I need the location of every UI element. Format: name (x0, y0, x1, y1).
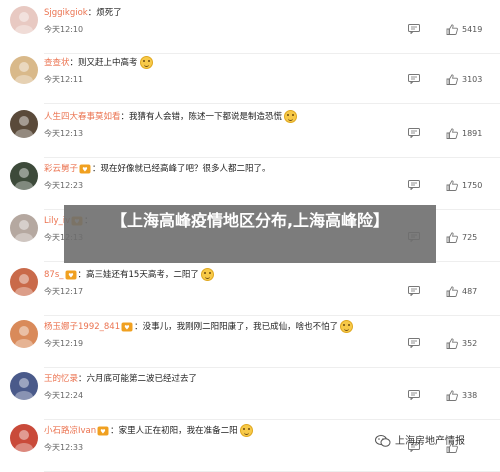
emoji-icon (239, 424, 253, 437)
comment-text: 现在好像就已经高峰了吧？很多人都二阳了。 (100, 164, 271, 174)
timestamp: 今天12:24 (44, 391, 84, 400)
comment-line: 小石路凉Ivan ♥ ：家里人正在初阳，我在准备二阳 (44, 424, 253, 438)
comment-text: 烦死了 (96, 8, 122, 18)
comment-line: 人生四大春事莫如看：我猜有人会错，陈述一下都说是制造恐慌 (44, 110, 298, 124)
separator: ： (134, 322, 143, 332)
separator: ： (92, 164, 101, 174)
watermark: 上海房地产情报 (375, 432, 465, 448)
like-icon[interactable] (446, 24, 458, 35)
reply-icon[interactable] (408, 338, 420, 348)
separator: ： (110, 426, 119, 436)
like-count: 1891 (462, 129, 483, 138)
separator: ： (120, 112, 130, 122)
comment-text: 家里人正在初阳，我在准备二阳 (118, 426, 238, 436)
fan-badge-icon: ♥ (97, 426, 109, 435)
username[interactable]: 人生四大春事莫如看 (44, 112, 121, 122)
avatar[interactable] (10, 6, 38, 34)
like-count: 725 (462, 233, 478, 242)
headline-banner: 【上海高峰疫情地区分布,上海高峰险】 (64, 205, 436, 263)
separator: ： (78, 374, 87, 384)
username[interactable]: 小石路凉Ivan (44, 426, 96, 436)
comment-item: Sjggikgiok：烦死了 今天12:10 5419 (0, 0, 500, 54)
comment-line: 查查状：则又赶上中高考 (44, 56, 153, 70)
like-count: 1750 (462, 181, 483, 190)
svg-text:♥: ♥ (82, 166, 87, 173)
comment-line: 杨玉娜子1992_841 ♥ ：没事儿，我刚刚二阳阳康了，我已成仙，啥也不怕了 (44, 320, 354, 334)
avatar[interactable] (10, 162, 38, 190)
username[interactable]: 彩云舅子 (44, 164, 78, 174)
svg-text:♥: ♥ (68, 272, 73, 279)
avatar[interactable] (10, 268, 38, 296)
svg-text:♥: ♥ (124, 324, 129, 331)
comment-line: Sjggikgiok：烦死了 (44, 6, 122, 20)
like-icon[interactable] (446, 180, 458, 191)
timestamp: 今天12:19 (44, 339, 84, 348)
timestamp: 今天12:11 (44, 75, 84, 84)
avatar[interactable] (10, 214, 38, 242)
emoji-icon (139, 56, 153, 69)
comment-item: 杨玉娜子1992_841 ♥ ：没事儿，我刚刚二阳阳康了，我已成仙，啥也不怕了 今天… (0, 314, 500, 368)
timestamp: 今天12:17 (44, 287, 84, 296)
timestamp: 今天12:10 (44, 25, 84, 34)
comment-line: 王的忆录：六月底可能第二波已经过去了 (44, 372, 197, 386)
username[interactable]: Sjggikgiok (44, 8, 88, 18)
username[interactable]: 王的忆录 (44, 374, 78, 384)
like-icon[interactable] (446, 338, 458, 349)
separator: ： (69, 58, 79, 68)
avatar[interactable] (10, 424, 38, 452)
reply-icon[interactable] (408, 286, 420, 296)
like-count: 3103 (462, 75, 483, 84)
like-icon[interactable] (446, 128, 458, 139)
emoji-icon (200, 268, 214, 281)
fan-badge-icon: ♥ (121, 322, 133, 331)
svg-text:♥: ♥ (100, 428, 105, 435)
watermark-text: 上海房地产情报 (395, 436, 465, 447)
comment-item: 人生四大春事莫如看：我猜有人会错，陈述一下都说是制造恐慌 今天12:13 189… (0, 104, 500, 158)
timestamp: 今天12:13 (44, 129, 84, 138)
reply-icon[interactable] (408, 180, 420, 190)
fan-badge-icon: ♥ (79, 164, 91, 173)
fan-badge-icon: ♥ (65, 270, 76, 279)
comment-text: 我猜有人会错，陈述一下都说是制造恐慌 (129, 112, 283, 122)
avatar[interactable] (10, 56, 38, 84)
timestamp: 今天12:23 (44, 181, 84, 190)
like-icon[interactable] (446, 390, 458, 401)
comment-text: 没事儿，我刚刚二阳阳康了，我已成仙，啥也不怕了 (142, 322, 339, 332)
emoji-icon (340, 320, 354, 333)
emoji-icon (284, 110, 298, 123)
comment-item: 王的忆录：六月底可能第二波已经过去了 今天12:24 338 (0, 366, 500, 420)
comment-item: 彩云舅子 ♥ ：现在好像就已经高峰了吧？很多人都二阳了。 今天12:23 1750 (0, 156, 500, 210)
wechat-icon (375, 435, 391, 447)
avatar[interactable] (10, 110, 38, 138)
comment-text: 则又赶上中高考 (78, 58, 138, 68)
timestamp: 今天12:33 (44, 443, 84, 452)
username[interactable]: 查查状 (44, 58, 70, 68)
reply-icon[interactable] (408, 74, 420, 84)
like-icon[interactable] (446, 286, 458, 297)
separator: ： (77, 270, 87, 280)
username[interactable]: 杨玉娜子1992_841 (44, 322, 120, 332)
like-count: 352 (462, 339, 478, 348)
comment-text: 高三娃还有15天高考，二阳了 (86, 270, 199, 280)
avatar[interactable] (10, 320, 38, 348)
comment-line: 87s_ ♥ ：高三娃还有15天高考，二阳了 (44, 268, 214, 282)
like-count: 487 (462, 287, 478, 296)
username[interactable]: 87s_ (44, 270, 64, 280)
like-count: 338 (462, 391, 478, 400)
comment-item: 查查状：则又赶上中高考 今天12:11 3103 (0, 50, 500, 104)
reply-icon[interactable] (408, 24, 420, 34)
comment-item: 87s_ ♥ ：高三娃还有15天高考，二阳了 今天12:17 487 (0, 262, 500, 316)
reply-icon[interactable] (408, 390, 420, 400)
like-icon[interactable] (446, 232, 458, 243)
like-count: 5419 (462, 25, 483, 34)
separator: ： (87, 8, 97, 18)
comment-text: 六月底可能第二波已经过去了 (86, 374, 198, 384)
reply-icon[interactable] (408, 128, 420, 138)
comment-line: 彩云舅子 ♥ ：现在好像就已经高峰了吧？很多人都二阳了。 (44, 162, 271, 176)
avatar[interactable] (10, 372, 38, 400)
like-icon[interactable] (446, 74, 458, 85)
